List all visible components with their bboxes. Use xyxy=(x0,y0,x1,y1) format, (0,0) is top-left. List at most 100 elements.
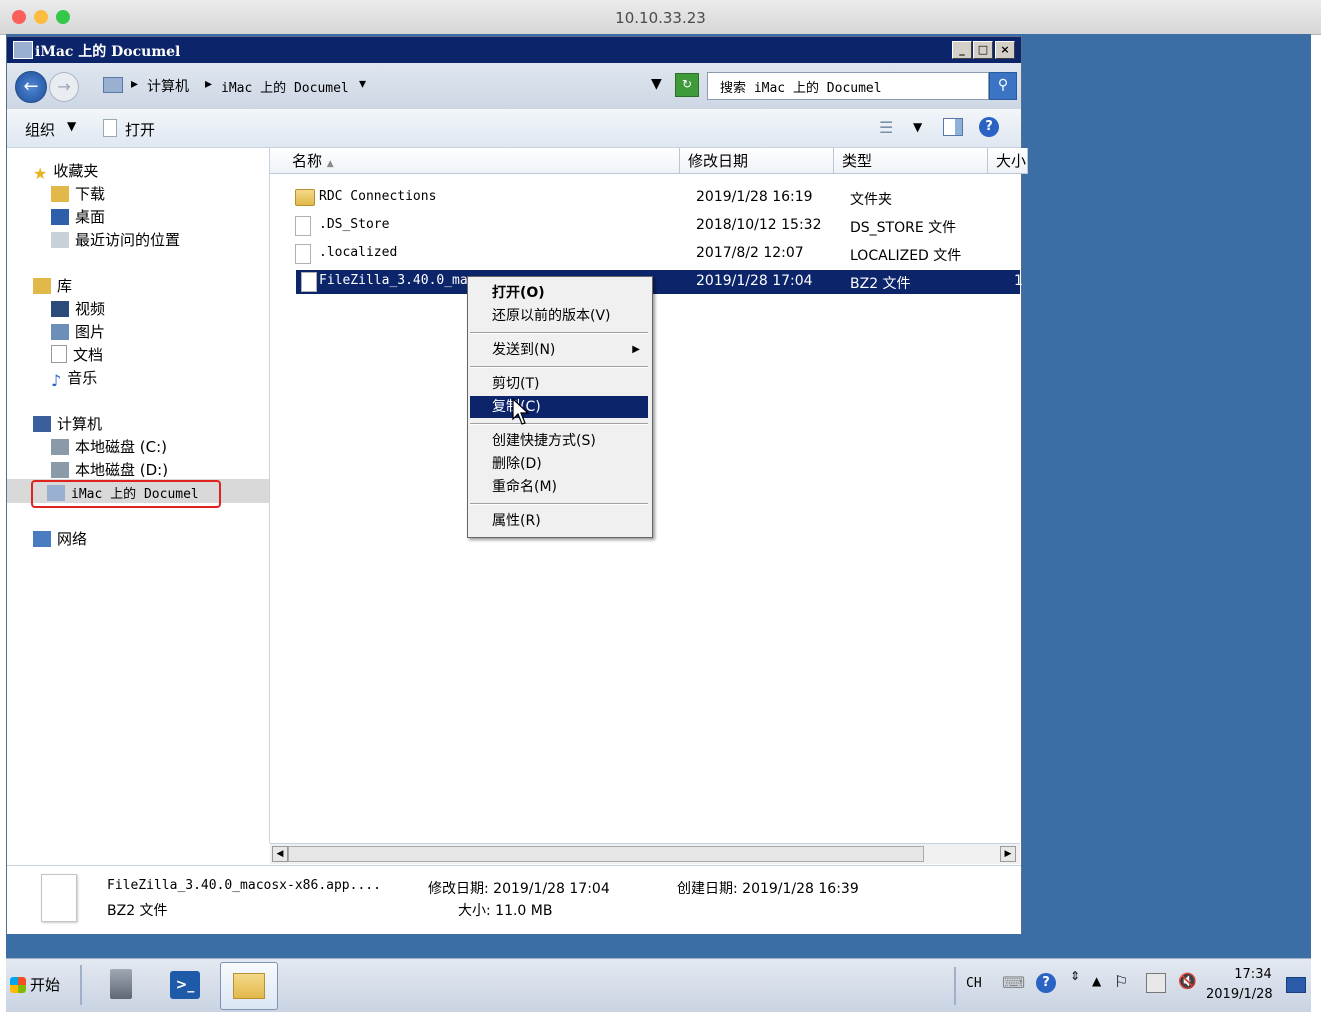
chevron-right-icon[interactable]: ▸ xyxy=(205,76,212,92)
breadcrumb[interactable]: ▸ 计算机 ▸ iMac 上的 Documel ▾ ▼ xyxy=(103,73,673,99)
windows-logo-icon xyxy=(10,977,26,993)
nav-documents[interactable]: 文档 xyxy=(51,344,103,365)
nav-music[interactable]: ♪ 音乐 xyxy=(51,367,97,390)
star-icon: ★ xyxy=(33,164,48,183)
menu-separator xyxy=(470,503,648,505)
table-row-selected[interactable]: FileZilla_3.40.0_ma 2019/1/28 17:04 BZ2 … xyxy=(296,270,1023,294)
nav-label: 桌面 xyxy=(75,208,106,226)
organize-button[interactable]: 组织 xyxy=(25,119,55,140)
server-manager-icon[interactable] xyxy=(102,965,144,1005)
nav-libraries[interactable]: 库 xyxy=(33,275,72,296)
nav-imac-share[interactable]: iMac 上的 Documel xyxy=(47,483,199,502)
nav-disk-c[interactable]: 本地磁盘 (C:) xyxy=(51,436,167,457)
menu-item-copy[interactable]: 复制(C) xyxy=(470,396,648,418)
table-row[interactable]: .localized 2017/8/2 12:07 LOCALIZED 文件 xyxy=(290,242,1018,266)
forward-arrow-icon[interactable]: → xyxy=(49,72,79,102)
nav-recent[interactable]: 最近访问的位置 xyxy=(51,229,180,250)
file-size: 1 xyxy=(1014,273,1023,289)
pictures-icon xyxy=(51,324,69,340)
nav-label: iMac 上的 Documel xyxy=(71,487,199,502)
breadcrumb-computer[interactable]: 计算机 xyxy=(147,76,189,96)
menu-item-create-shortcut[interactable]: 创建快捷方式(S) xyxy=(470,430,648,452)
close-button[interactable]: × xyxy=(995,41,1015,59)
nav-label: 本地磁盘 (C:) xyxy=(75,438,167,456)
menu-item-send-to[interactable]: 发送到(N) ▶ xyxy=(470,339,648,361)
help-tray-icon[interactable]: ? xyxy=(1036,973,1056,993)
search-icon[interactable]: ⚲ xyxy=(989,72,1017,100)
organize-dropdown-icon[interactable]: ▼ xyxy=(67,119,76,133)
submenu-arrow-icon: ▶ xyxy=(632,344,640,355)
refresh-icon[interactable]: ↻ xyxy=(675,73,699,97)
back-arrow-icon[interactable]: ← xyxy=(15,71,47,103)
powershell-icon[interactable]: >_ xyxy=(164,965,206,1005)
clock-time[interactable]: 17:34 xyxy=(1218,967,1288,982)
menu-item-open[interactable]: 打开(O) xyxy=(470,282,648,304)
column-header-modified[interactable]: 修改日期 xyxy=(680,148,834,174)
start-button[interactable]: 开始 xyxy=(10,967,72,1003)
show-desktop-icon[interactable] xyxy=(1286,977,1306,993)
search-input[interactable]: 搜索 iMac 上的 Documel xyxy=(707,72,989,100)
detail-created: 创建日期: 2019/1/28 16:39 xyxy=(677,881,859,897)
nav-label: 最近访问的位置 xyxy=(75,231,181,249)
nav-desktop[interactable]: 桌面 xyxy=(51,206,105,227)
nav-videos[interactable]: 视频 xyxy=(51,298,105,319)
clock-date[interactable]: 2019/1/28 xyxy=(1206,987,1273,1002)
scroll-left-icon[interactable]: ◀ xyxy=(272,846,288,862)
nav-disk-d[interactable]: 本地磁盘 (D:) xyxy=(51,459,168,480)
help-icon[interactable]: ? xyxy=(979,117,999,137)
table-row[interactable]: .DS_Store 2018/10/12 15:32 DS_STORE 文件 xyxy=(290,214,1018,238)
nav-label: 计算机 xyxy=(57,415,103,433)
show-hidden-icons-icon[interactable]: ▲ xyxy=(1092,974,1101,988)
address-dropdown-icon[interactable]: ▼ xyxy=(651,76,662,92)
address-row: ← → ▸ 计算机 ▸ iMac 上的 Documel ▾ ▼ ↻ 搜索 iMa… xyxy=(7,63,1021,109)
column-header-type[interactable]: 类型 xyxy=(834,148,988,174)
minimize-button[interactable]: _ xyxy=(952,41,972,59)
nav-network[interactable]: 网络 xyxy=(33,528,87,549)
view-options-icon[interactable]: ☰ xyxy=(879,118,893,137)
menu-item-restore[interactable]: 还原以前的版本(V) xyxy=(470,305,648,327)
scroll-right-icon[interactable]: ▶ xyxy=(1000,846,1016,862)
mac-window-title: 10.10.33.23 xyxy=(615,9,706,27)
menu-item-rename[interactable]: 重命名(M) xyxy=(470,476,648,498)
chevron-down-icon[interactable]: ▾ xyxy=(359,76,366,92)
view-dropdown-icon[interactable]: ▼ xyxy=(913,120,922,134)
network-drive-icon xyxy=(13,41,33,59)
recent-places-icon xyxy=(51,232,69,248)
window-title-bar[interactable]: iMac 上的 Documel _ □ × xyxy=(7,37,1021,63)
nav-label: 库 xyxy=(57,277,73,295)
network-tray-icon[interactable] xyxy=(1146,973,1166,993)
file-type: 文件夹 xyxy=(850,192,892,208)
menu-separator xyxy=(470,332,648,334)
open-button[interactable]: 打开 xyxy=(125,119,155,140)
language-indicator[interactable]: CH xyxy=(966,976,982,991)
maximize-button[interactable]: □ xyxy=(973,41,993,59)
menu-item-cut[interactable]: 剪切(T) xyxy=(470,373,648,395)
nav-computer[interactable]: 计算机 xyxy=(33,413,102,434)
breadcrumb-imac[interactable]: iMac 上的 Documel xyxy=(221,77,349,96)
tray-divider xyxy=(954,967,956,1005)
sort-ascending-icon: ▲ xyxy=(326,159,334,169)
nav-favorites[interactable]: ★ 收藏夹 xyxy=(33,160,98,183)
open-file-icon xyxy=(103,119,117,137)
column-header-size[interactable]: 大小 xyxy=(988,148,1028,174)
action-center-flag-icon[interactable]: ⚐ xyxy=(1114,972,1128,991)
file-type: BZ2 文件 xyxy=(850,276,911,292)
horizontal-scrollbar[interactable]: ◀ ▶ xyxy=(270,843,1020,864)
volume-muted-icon[interactable]: 🔇 xyxy=(1178,972,1197,990)
chevron-right-icon[interactable]: ▸ xyxy=(131,76,138,92)
nav-pictures[interactable]: 图片 xyxy=(51,321,105,342)
file-modified: 2018/10/12 15:32 xyxy=(696,217,822,233)
table-row[interactable]: RDC Connections 2019/1/28 16:19 文件夹 xyxy=(290,186,1018,210)
scroll-thumb[interactable] xyxy=(288,846,924,862)
nav-downloads[interactable]: 下载 xyxy=(51,183,105,204)
keyboard-icon[interactable]: ⌨ xyxy=(1002,973,1025,992)
command-bar: 组织 ▼ 打开 ☰ ▼ ? xyxy=(7,109,1021,148)
library-icon xyxy=(33,278,51,294)
menu-item-properties[interactable]: 属性(R) xyxy=(470,510,648,532)
menu-item-delete[interactable]: 删除(D) xyxy=(470,453,648,475)
column-header-name[interactable]: 名称 ▲ xyxy=(270,148,680,174)
computer-icon xyxy=(103,77,123,93)
explorer-taskbar-icon[interactable] xyxy=(220,962,278,1010)
ime-options-icon[interactable]: ⇕ xyxy=(1070,969,1080,983)
preview-pane-icon[interactable] xyxy=(943,118,963,136)
